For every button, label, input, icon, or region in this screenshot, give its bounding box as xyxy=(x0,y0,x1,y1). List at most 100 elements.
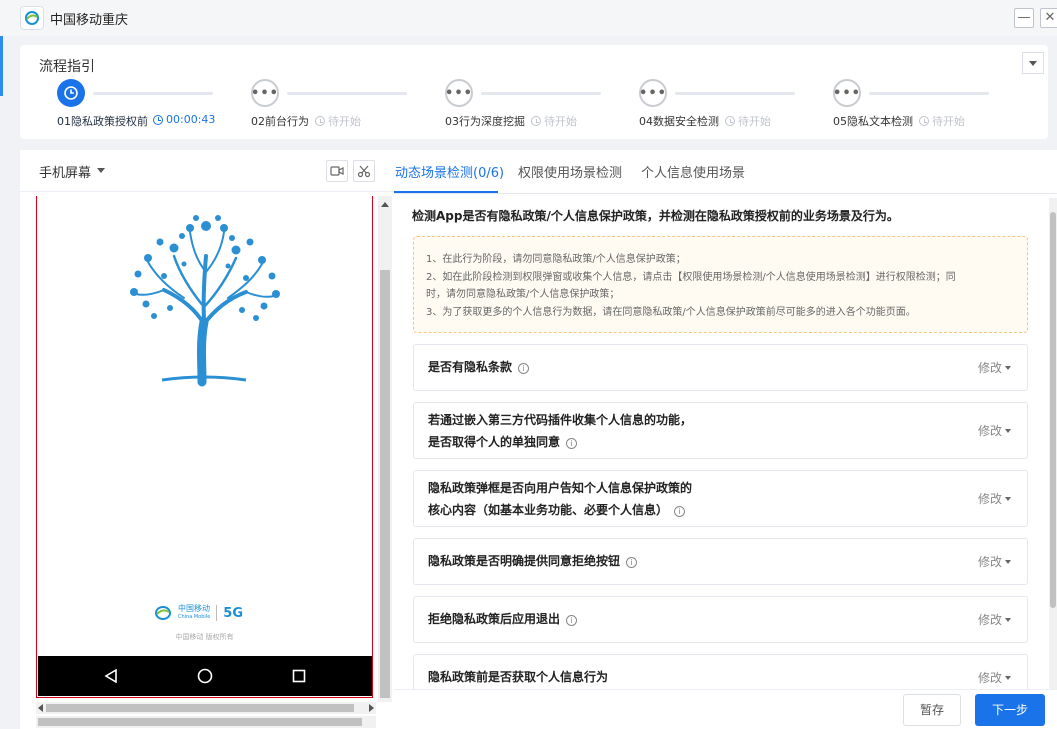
step-status: 待开始 xyxy=(315,113,361,129)
question-text: 隐私政策前是否获取个人信息行为 xyxy=(428,670,609,684)
caret-down-icon xyxy=(1005,428,1011,433)
question-text: 隐私政策弹框是否向用户告知个人信息保护政策的 核心内容（如基本业务功能、必要个人… xyxy=(428,481,693,517)
brand-name: 中国移动 xyxy=(178,604,210,613)
phone-screen[interactable]: 中国移动 China Mobile 5G 中国移动 版权所有 xyxy=(36,196,373,698)
active-tab-indicator xyxy=(394,191,498,193)
step-label: 05隐私文本检测 xyxy=(833,115,913,128)
tab-permission-scene[interactable]: 权限使用场景检测 xyxy=(518,162,622,181)
close-button[interactable]: ✕ xyxy=(1040,8,1057,28)
more-dots-icon: ••• xyxy=(639,79,667,107)
question-text: 拒绝隐私政策后应用退出 i xyxy=(428,608,578,630)
home-icon[interactable] xyxy=(197,668,213,684)
caret-down-icon xyxy=(1005,496,1011,501)
info-icon[interactable]: i xyxy=(566,438,578,449)
question-card: 若通过嵌入第三方代码插件收集个人信息的功能， 是否取得个人的单独同意 i 修改 xyxy=(413,402,1028,459)
china-mobile-icon xyxy=(155,606,171,620)
scroll-up-arrow-icon[interactable] xyxy=(381,202,389,207)
guide-collapse-button[interactable] xyxy=(1022,52,1044,74)
title-bar: 中国移动重庆 — ✕ xyxy=(0,0,1057,36)
step-progress-line xyxy=(675,92,795,95)
timer-icon xyxy=(725,116,735,126)
caret-down-icon xyxy=(1005,675,1011,680)
more-dots-icon: ••• xyxy=(251,79,279,107)
step-3[interactable]: ••• 03行为深度挖掘 待开始 xyxy=(445,79,635,129)
edit-dropdown[interactable]: 修改 xyxy=(978,359,1011,376)
step-progress-line xyxy=(287,92,407,95)
question-card: 拒绝隐私政策后应用退出 i 修改 xyxy=(413,596,1028,643)
video-camera-icon xyxy=(330,166,344,176)
tab-bar: 动态场景检测(0/6) 权限使用场景检测 个人信息使用场景 xyxy=(394,150,1057,194)
notice-box: 1、在此行为阶段，请勿同意隐私政策/个人信息保护政策； 2、如在此阶段检测到权限… xyxy=(413,236,1028,333)
section-title: 检测App是否有隐私政策/个人信息保护政策，并检测在隐私政策授权前的业务场景及行… xyxy=(412,209,899,223)
notice-line: 时，请勿同意隐私政策/个人信息保护政策； xyxy=(426,289,620,300)
step-4[interactable]: ••• 04数据安全检测 待开始 xyxy=(639,79,829,129)
question-card: 是否有隐私条款 i 修改 xyxy=(413,344,1028,391)
info-icon[interactable]: i xyxy=(518,363,530,374)
edit-dropdown[interactable]: 修改 xyxy=(978,669,1011,686)
caret-down-icon xyxy=(1005,365,1011,370)
step-5[interactable]: ••• 05隐私文本检测 待开始 xyxy=(833,79,1023,129)
window-title: 中国移动重庆 xyxy=(50,13,129,28)
step-label: 02前台行为 xyxy=(251,115,309,128)
left-accent-strip xyxy=(0,36,3,96)
minimize-button[interactable]: — xyxy=(1014,8,1034,28)
scroll-right-arrow-icon[interactable] xyxy=(369,704,374,712)
tab-personal-info-scene[interactable]: 个人信息使用场景 xyxy=(641,162,745,181)
edit-dropdown[interactable]: 修改 xyxy=(978,553,1011,570)
step-2[interactable]: ••• 02前台行为 待开始 xyxy=(251,79,441,129)
brand-5g: 5G xyxy=(223,605,243,621)
save-draft-button[interactable]: 暂存 xyxy=(903,694,961,726)
scissors-icon xyxy=(357,165,371,178)
step-label: 04数据安全检测 xyxy=(639,115,719,128)
edit-dropdown[interactable]: 修改 xyxy=(978,611,1011,628)
app-logo-icon xyxy=(20,6,44,30)
footer-bar: 暂存 下一步 xyxy=(394,689,1057,729)
screenshot-crop-button[interactable] xyxy=(353,160,375,182)
phone-horizontal-scrollbar-2[interactable] xyxy=(36,716,376,728)
question-text: 是否有隐私条款 i xyxy=(428,356,530,378)
edit-dropdown[interactable]: 修改 xyxy=(978,490,1011,507)
question-text: 隐私政策是否明确提供同意拒绝按钮 i xyxy=(428,550,638,572)
scroll-left-arrow-icon[interactable] xyxy=(38,704,43,712)
guide-title: 流程指引 xyxy=(39,59,95,75)
recents-icon[interactable] xyxy=(292,669,306,683)
question-text: 若通过嵌入第三方代码插件收集个人信息的功能， 是否取得个人的单独同意 i xyxy=(428,413,693,449)
caret-down-icon[interactable] xyxy=(97,168,105,173)
process-guide: 流程指引 01隐私政策授权前 00:00:43 ••• 02前台行为 待开始 •… xyxy=(20,45,1048,139)
tree-illustration xyxy=(130,215,280,387)
brand-sub: China Mobile xyxy=(178,614,211,620)
more-dots-icon: ••• xyxy=(833,79,861,107)
record-video-button[interactable] xyxy=(326,160,348,182)
content-scrollbar[interactable] xyxy=(1049,198,1057,698)
scrollbar-thumb[interactable] xyxy=(46,704,354,712)
question-card: 隐私政策是否明确提供同意拒绝按钮 i 修改 xyxy=(413,538,1028,585)
caret-down-icon xyxy=(1005,617,1011,622)
more-dots-icon: ••• xyxy=(445,79,473,107)
timer-icon xyxy=(153,114,163,125)
next-step-button[interactable]: 下一步 xyxy=(975,694,1045,726)
notice-line: 2、如在此阶段检测到权限弹窗或收集个人信息，请点击【权限使用场景检测/个人信息使… xyxy=(426,271,956,283)
notice-line: 1、在此行为阶段，请勿同意隐私政策/个人信息保护政策； xyxy=(426,254,686,265)
scrollbar-thumb[interactable] xyxy=(38,718,362,726)
phone-vertical-scrollbar[interactable] xyxy=(378,196,392,702)
scrollbar-thumb[interactable] xyxy=(380,270,390,698)
step-status: 待开始 xyxy=(725,113,771,129)
back-icon[interactable] xyxy=(104,669,118,683)
caret-down-icon xyxy=(1029,60,1037,66)
china-mobile-logo: 中国移动 China Mobile 5G xyxy=(154,604,243,622)
caret-down-icon xyxy=(1005,559,1011,564)
step-progress-line xyxy=(869,92,989,95)
scrollbar-thumb[interactable] xyxy=(1050,212,1056,608)
tab-dynamic-scene[interactable]: 动态场景检测(0/6) xyxy=(395,162,504,181)
info-icon[interactable]: i xyxy=(626,557,638,568)
copyright-text: 中国移动 版权所有 xyxy=(175,633,234,641)
phone-panel: 手机屏幕 中国移动 China Mobile 5G 中国移动 版权所有 xyxy=(20,150,394,729)
timer-icon xyxy=(919,116,929,126)
step-progress-line xyxy=(93,92,213,95)
step-1[interactable]: 01隐私政策授权前 00:00:43 xyxy=(57,79,247,129)
info-icon[interactable]: i xyxy=(566,615,578,626)
edit-dropdown[interactable]: 修改 xyxy=(978,422,1011,439)
info-icon[interactable]: i xyxy=(674,506,686,517)
phone-screen-dropdown[interactable]: 手机屏幕 xyxy=(39,162,91,181)
phone-horizontal-scrollbar[interactable] xyxy=(36,702,376,714)
